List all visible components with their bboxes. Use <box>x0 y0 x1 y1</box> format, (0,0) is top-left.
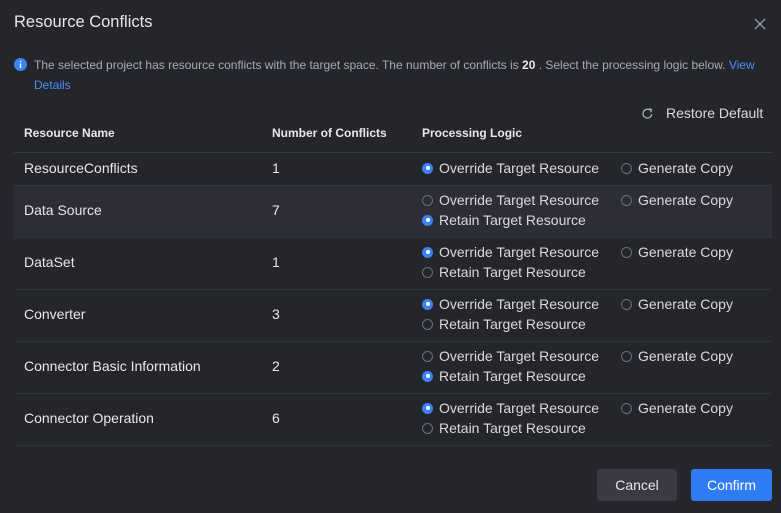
radio-retain[interactable]: Retain Target Resource <box>422 420 586 436</box>
resource-name-cell: Connector Basic Information <box>24 358 201 374</box>
conflict-count-cell: 1 <box>272 160 280 176</box>
radio-copy-label: Generate Copy <box>638 192 733 208</box>
info-text-after: . Select the processing logic below. <box>535 58 729 72</box>
resource-name-cell: ResourceConflicts <box>24 160 138 176</box>
radio-override-label: Override Target Resource <box>439 400 600 416</box>
radio-retain-label: Retain Target Resource <box>439 316 586 332</box>
conflict-table-body: ResourceConflicts 1 Override Target Resour… <box>14 152 772 446</box>
conflict-count: 20 <box>522 58 536 72</box>
table-row: DataSet 1 Override Target Resource Generate… <box>14 238 772 290</box>
table-row: Data Source 7 Override Target Resource Gene… <box>14 186 772 238</box>
radio-retain-label: Retain Target Resource <box>439 368 586 384</box>
radio-copy[interactable]: Generate Copy <box>621 192 733 208</box>
radio-copy[interactable]: Generate Copy <box>621 400 733 416</box>
radio-override-indicator[interactable] <box>422 194 433 206</box>
radio-override[interactable]: Override Target Resource <box>422 296 599 312</box>
conflict-count-cell: 2 <box>272 358 280 374</box>
info-text-before: The selected project has resource confli… <box>34 58 523 72</box>
resource-conflicts-dialog: Resource Conflicts The selected project … <box>0 0 781 513</box>
confirm-button[interactable]: Confirm <box>691 469 772 501</box>
radio-override[interactable]: Override Target Resource <box>422 244 599 260</box>
radio-override[interactable]: Override Target Resource <box>422 192 599 208</box>
radio-copy[interactable]: Generate Copy <box>621 160 733 176</box>
table-row: Connector Operation 6 Override Target Reso… <box>14 394 772 446</box>
info-icon <box>14 58 27 71</box>
radio-override[interactable]: Override Target Resource <box>422 348 599 364</box>
radio-copy-indicator[interactable] <box>621 194 632 206</box>
radio-retain-indicator[interactable] <box>422 214 433 226</box>
radio-copy-indicator[interactable] <box>621 298 632 310</box>
radio-copy-indicator[interactable] <box>621 246 632 258</box>
conflict-count-cell: 6 <box>272 410 280 426</box>
conflict-count-cell: 3 <box>272 306 280 322</box>
radio-override-indicator[interactable] <box>422 402 433 414</box>
resource-name-cell: DataSet <box>24 254 75 270</box>
radio-copy-indicator[interactable] <box>621 402 632 414</box>
radio-override-indicator[interactable] <box>422 162 433 174</box>
radio-copy-label: Generate Copy <box>638 348 733 364</box>
radio-retain-label: Retain Target Resource <box>439 264 586 280</box>
info-text: The selected project has resource confli… <box>14 55 764 95</box>
radio-retain[interactable]: Retain Target Resource <box>422 368 586 384</box>
radio-override[interactable]: Override Target Resource <box>422 160 599 176</box>
radio-copy[interactable]: Generate Copy <box>621 296 733 312</box>
resource-name-cell: Connector Operation <box>24 410 154 426</box>
radio-copy[interactable]: Generate Copy <box>621 348 733 364</box>
radio-copy-label: Generate Copy <box>638 400 733 416</box>
resource-name-cell: Data Source <box>24 202 102 218</box>
radio-copy-label: Generate Copy <box>638 296 733 312</box>
close-icon[interactable] <box>752 16 768 32</box>
conflict-count-cell: 1 <box>272 254 280 270</box>
table-row: Converter 3 Override Target Resource Genera… <box>14 290 772 342</box>
radio-retain-indicator[interactable] <box>422 266 433 278</box>
radio-override-label: Override Target Resource <box>439 348 600 364</box>
column-resource-name: Resource Name <box>24 126 115 140</box>
column-number-of-conflicts: Number of Conflicts <box>272 126 387 140</box>
radio-retain-indicator[interactable] <box>422 370 433 382</box>
restore-default-label: Restore Default <box>666 105 764 121</box>
radio-retain[interactable]: Retain Target Resource <box>422 212 586 228</box>
radio-override[interactable]: Override Target Resource <box>422 400 599 416</box>
radio-copy-label: Generate Copy <box>638 160 733 176</box>
radio-copy-label: Generate Copy <box>638 244 733 260</box>
radio-override-label: Override Target Resource <box>439 160 600 176</box>
cancel-button[interactable]: Cancel <box>597 469 677 501</box>
radio-copy[interactable]: Generate Copy <box>621 244 733 260</box>
radio-retain[interactable]: Retain Target Resource <box>422 316 586 332</box>
restore-default-button[interactable]: Restore Default <box>641 105 763 121</box>
radio-override-label: Override Target Resource <box>439 296 600 312</box>
radio-retain-indicator[interactable] <box>422 318 433 330</box>
radio-retain-label: Retain Target Resource <box>439 420 586 436</box>
radio-override-indicator[interactable] <box>422 246 433 258</box>
radio-override-indicator[interactable] <box>422 350 433 362</box>
radio-retain-indicator[interactable] <box>422 422 433 434</box>
radio-retain[interactable]: Retain Target Resource <box>422 264 586 280</box>
radio-copy-indicator[interactable] <box>621 162 632 174</box>
info-message: The selected project has resource confli… <box>14 55 764 95</box>
radio-override-label: Override Target Resource <box>439 244 600 260</box>
radio-override-indicator[interactable] <box>422 298 433 310</box>
refresh-icon <box>642 107 653 119</box>
table-row: ResourceConflicts 1 Override Target Resour… <box>14 152 772 186</box>
radio-retain-label: Retain Target Resource <box>439 212 586 228</box>
conflict-count-cell: 7 <box>272 202 280 218</box>
table-row: Connector Basic Information 2 Override Tar… <box>14 342 772 394</box>
radio-override-label: Override Target Resource <box>439 192 600 208</box>
radio-copy-indicator[interactable] <box>621 350 632 362</box>
table-header: Resource Name Number of Conflicts Proces… <box>14 121 772 153</box>
dialog-title: Resource Conflicts <box>14 13 153 31</box>
column-processing-logic: Processing Logic <box>422 126 523 140</box>
resource-name-cell: Converter <box>24 306 86 322</box>
